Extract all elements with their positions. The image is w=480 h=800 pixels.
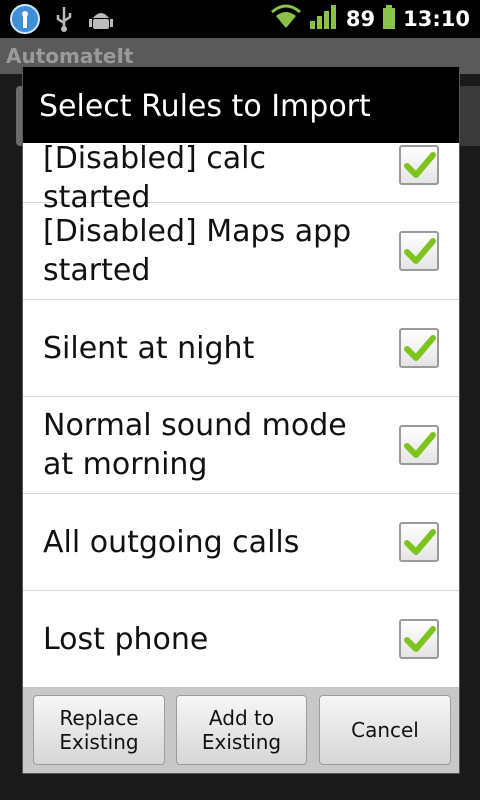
rule-label: Lost phone xyxy=(43,622,209,657)
rule-label: Normal sound mode at morning xyxy=(43,408,347,482)
replace-existing-button[interactable]: Replace Existing xyxy=(33,695,165,765)
replace-existing-label: Replace Existing xyxy=(59,706,139,754)
checkmark-icon xyxy=(404,529,436,555)
list-item[interactable]: All outgoing calls xyxy=(23,494,459,591)
cancel-button[interactable]: Cancel xyxy=(319,695,451,765)
tower-icon xyxy=(10,4,40,38)
add-to-existing-label: Add to Existing xyxy=(201,706,282,754)
dialog-title: Select Rules to Import xyxy=(39,89,371,124)
rule-checkbox[interactable] xyxy=(399,425,439,465)
app-title: AutomateIt xyxy=(6,44,134,68)
battery-level: 89 xyxy=(345,7,376,31)
status-bar-right: 89 13:10 xyxy=(270,0,470,38)
clock: 13:10 xyxy=(403,7,470,31)
rule-checkbox[interactable] xyxy=(399,231,439,271)
checkmark-icon xyxy=(404,152,436,178)
checkmark-icon xyxy=(404,238,436,264)
checkmark-icon xyxy=(404,626,436,652)
wifi-icon xyxy=(270,4,302,34)
rule-checkbox[interactable] xyxy=(399,145,439,185)
rule-checkbox[interactable] xyxy=(399,328,439,368)
battery-icon xyxy=(383,5,396,33)
status-bar: 89 13:10 xyxy=(0,0,480,38)
rule-checkbox[interactable] xyxy=(399,619,439,659)
list-item[interactable]: [Disabled] Maps app started xyxy=(23,203,459,300)
dialog-header: Select Rules to Import xyxy=(23,67,459,143)
list-item[interactable]: Silent at night xyxy=(23,300,459,397)
list-item[interactable]: [Disabled] calc started xyxy=(23,143,459,215)
status-bar-left xyxy=(10,4,114,38)
rule-label: [Disabled] Maps app started xyxy=(43,214,352,288)
import-rules-dialog: Select Rules to Import [Disabled] calc s… xyxy=(22,66,460,774)
rules-list[interactable]: [Disabled] calc started [Disabled] Maps … xyxy=(23,143,459,687)
checkmark-icon xyxy=(404,432,436,458)
dialog-button-bar: Replace Existing Add to Existing Cancel xyxy=(23,687,459,773)
list-item[interactable]: Lost phone xyxy=(23,591,459,687)
rule-label: Silent at night xyxy=(43,331,255,366)
rule-checkbox[interactable] xyxy=(399,522,439,562)
add-to-existing-button[interactable]: Add to Existing xyxy=(176,695,307,765)
rule-label: All outgoing calls xyxy=(43,525,300,560)
checkmark-icon xyxy=(404,335,436,361)
cancel-label: Cancel xyxy=(351,718,419,742)
android-debug-icon xyxy=(88,6,114,36)
signal-icon xyxy=(309,5,338,33)
usb-icon xyxy=(54,5,74,37)
list-item[interactable]: Normal sound mode at morning xyxy=(23,397,459,494)
